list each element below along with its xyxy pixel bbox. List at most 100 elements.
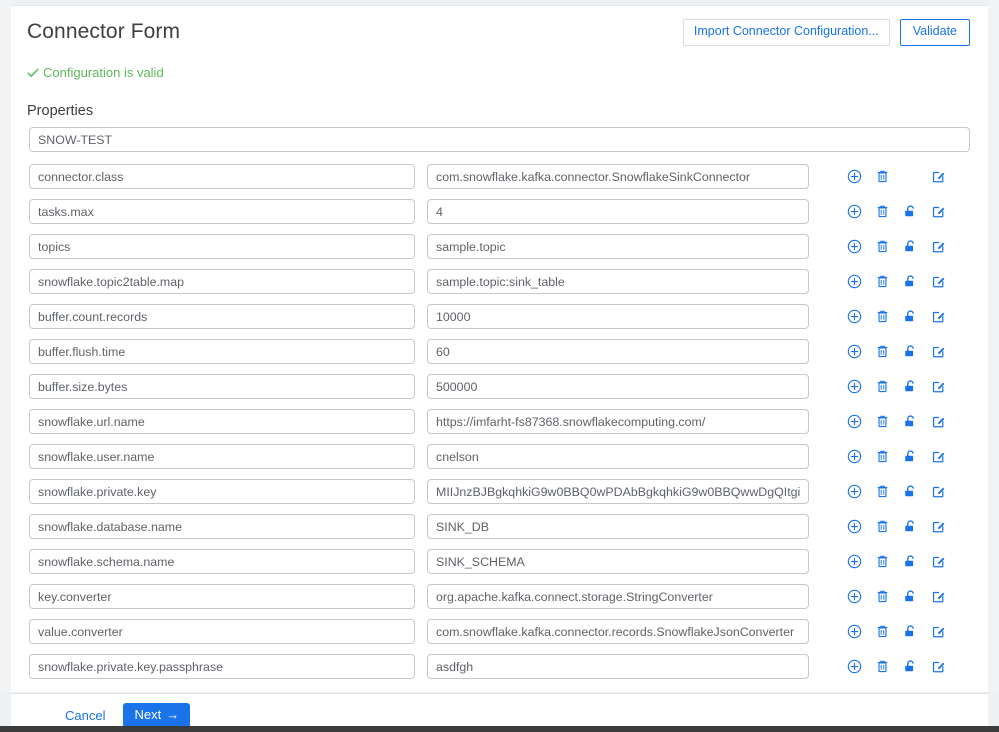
add-circle-icon[interactable]: [847, 554, 862, 569]
property-key-input[interactable]: [29, 234, 415, 259]
edit-icon[interactable]: [931, 274, 946, 289]
add-circle-icon[interactable]: [847, 169, 862, 184]
property-value-input[interactable]: [427, 444, 809, 469]
add-circle-icon[interactable]: [847, 274, 862, 289]
property-value-input[interactable]: [427, 199, 809, 224]
property-value-input[interactable]: [427, 409, 809, 434]
property-key-input[interactable]: [29, 269, 415, 294]
unlock-icon[interactable]: [903, 239, 918, 254]
edit-icon[interactable]: [931, 169, 946, 184]
trash-icon[interactable]: [875, 484, 890, 499]
property-key-input[interactable]: [29, 549, 415, 574]
property-row: [11, 194, 988, 229]
add-circle-icon[interactable]: [847, 484, 862, 499]
trash-icon[interactable]: [875, 624, 890, 639]
property-value-input[interactable]: [427, 479, 809, 504]
add-circle-icon[interactable]: [847, 379, 862, 394]
edit-icon[interactable]: [931, 659, 946, 674]
unlock-icon[interactable]: [903, 449, 918, 464]
add-circle-icon[interactable]: [847, 624, 862, 639]
trash-icon[interactable]: [875, 344, 890, 359]
edit-icon[interactable]: [931, 414, 946, 429]
property-key-input[interactable]: [29, 514, 415, 539]
trash-icon[interactable]: [875, 379, 890, 394]
property-value-input[interactable]: [427, 164, 809, 189]
add-circle-icon[interactable]: [847, 519, 862, 534]
connector-name-input[interactable]: [29, 127, 970, 152]
property-key-input[interactable]: [29, 409, 415, 434]
add-circle-icon[interactable]: [847, 414, 862, 429]
property-key-input[interactable]: [29, 374, 415, 399]
property-value-input[interactable]: [427, 654, 809, 679]
cancel-button[interactable]: Cancel: [59, 704, 111, 727]
property-key-input[interactable]: [29, 584, 415, 609]
unlock-icon[interactable]: [903, 204, 918, 219]
property-actions: [809, 274, 970, 289]
unlock-icon[interactable]: [903, 344, 918, 359]
unlock-icon[interactable]: [903, 379, 918, 394]
property-key-input[interactable]: [29, 164, 415, 189]
unlock-icon[interactable]: [903, 554, 918, 569]
property-value-input[interactable]: [427, 269, 809, 294]
property-value-input[interactable]: [427, 234, 809, 259]
edit-icon[interactable]: [931, 449, 946, 464]
add-circle-icon[interactable]: [847, 239, 862, 254]
add-circle-icon[interactable]: [847, 659, 862, 674]
validate-button[interactable]: Validate: [900, 19, 970, 46]
property-key-input[interactable]: [29, 304, 415, 329]
property-value-input[interactable]: [427, 304, 809, 329]
property-value-input[interactable]: [427, 584, 809, 609]
add-circle-icon[interactable]: [847, 309, 862, 324]
edit-icon[interactable]: [931, 484, 946, 499]
property-key-input[interactable]: [29, 479, 415, 504]
unlock-icon[interactable]: [903, 309, 918, 324]
trash-icon[interactable]: [875, 414, 890, 429]
property-value-input[interactable]: [427, 549, 809, 574]
property-key-input[interactable]: [29, 654, 415, 679]
trash-icon[interactable]: [875, 449, 890, 464]
edit-icon[interactable]: [931, 624, 946, 639]
property-value-input[interactable]: [427, 514, 809, 539]
property-value-input[interactable]: [427, 374, 809, 399]
trash-icon[interactable]: [875, 204, 890, 219]
edit-icon[interactable]: [931, 239, 946, 254]
edit-icon[interactable]: [931, 519, 946, 534]
edit-icon[interactable]: [931, 309, 946, 324]
unlock-icon[interactable]: [903, 659, 918, 674]
unlock-icon[interactable]: [903, 414, 918, 429]
edit-icon[interactable]: [931, 554, 946, 569]
property-key-input[interactable]: [29, 619, 415, 644]
import-connector-configuration-button[interactable]: Import Connector Configuration...: [683, 19, 890, 46]
trash-icon[interactable]: [875, 309, 890, 324]
property-value-input[interactable]: [427, 339, 809, 364]
add-circle-icon[interactable]: [847, 589, 862, 604]
trash-icon[interactable]: [875, 239, 890, 254]
property-value-input[interactable]: [427, 619, 809, 644]
edit-icon[interactable]: [931, 589, 946, 604]
property-key-input[interactable]: [29, 444, 415, 469]
trash-icon[interactable]: [875, 274, 890, 289]
trash-icon[interactable]: [875, 169, 890, 184]
unlock-icon[interactable]: [903, 624, 918, 639]
edit-icon[interactable]: [931, 344, 946, 359]
properties-scroll-area[interactable]: [11, 127, 988, 692]
property-value-cell: [427, 619, 809, 644]
unlock-icon[interactable]: [903, 274, 918, 289]
trash-icon[interactable]: [875, 589, 890, 604]
unlock-icon[interactable]: [903, 519, 918, 534]
unlock-icon[interactable]: [903, 484, 918, 499]
edit-icon[interactable]: [931, 204, 946, 219]
property-key-input[interactable]: [29, 199, 415, 224]
trash-icon[interactable]: [875, 519, 890, 534]
edit-icon[interactable]: [931, 379, 946, 394]
unlock-icon[interactable]: [903, 589, 918, 604]
trash-icon[interactable]: [875, 659, 890, 674]
add-circle-icon[interactable]: [847, 344, 862, 359]
property-actions: [809, 554, 970, 569]
trash-icon[interactable]: [875, 554, 890, 569]
property-key-input[interactable]: [29, 339, 415, 364]
property-value-cell: [427, 374, 809, 399]
add-circle-icon[interactable]: [847, 204, 862, 219]
add-circle-icon[interactable]: [847, 449, 862, 464]
next-button[interactable]: Next →: [123, 703, 190, 728]
